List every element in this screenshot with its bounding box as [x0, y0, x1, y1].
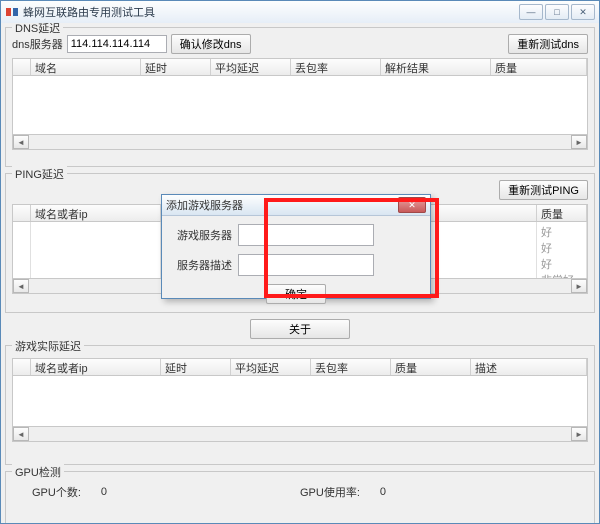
overlay: 添加游戏服务器 ✕ 游戏服务器 服务器描述 确定 — [1, 1, 599, 523]
dialog-title: 添加游戏服务器 — [166, 197, 398, 213]
add-server-dialog: 添加游戏服务器 ✕ 游戏服务器 服务器描述 确定 — [161, 194, 431, 299]
dialog-titlebar[interactable]: 添加游戏服务器 ✕ — [162, 195, 430, 216]
server-desc-input[interactable] — [238, 254, 374, 276]
dialog-ok-button[interactable]: 确定 — [266, 284, 326, 304]
game-server-label: 游戏服务器 — [172, 227, 232, 243]
dialog-close-button[interactable]: ✕ — [398, 197, 426, 213]
game-server-input[interactable] — [238, 224, 374, 246]
main-window: 蜂网互联路由专用测试工具 — □ ✕ DNS延迟 dns服务器 确认修改dns … — [0, 0, 600, 524]
server-desc-label: 服务器描述 — [172, 257, 232, 273]
